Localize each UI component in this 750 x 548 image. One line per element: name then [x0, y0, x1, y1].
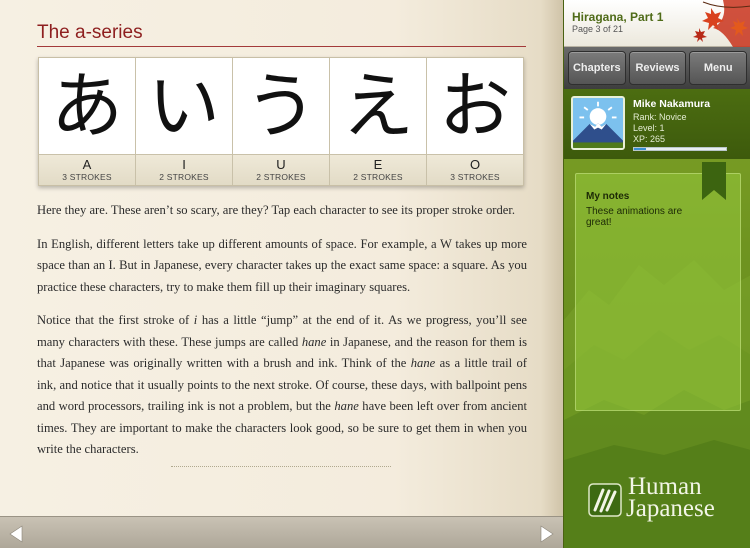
kana-cell-a[interactable]: あ A 3 STROKES — [39, 58, 136, 185]
section-end-divider — [171, 466, 391, 467]
kana-glyph[interactable]: お — [427, 58, 523, 154]
kana-caption: A 3 STROKES — [39, 154, 135, 185]
notes-text[interactable]: These animations are great! — [586, 206, 710, 228]
kana-stroke-count: 2 STROKES — [159, 172, 209, 182]
lesson-body: Here they are. These aren’t so scary, ar… — [37, 200, 527, 473]
reviews-button[interactable]: Reviews — [628, 51, 687, 85]
paragraph: Here they are. These aren’t so scary, ar… — [37, 203, 516, 217]
kana-romaji: A — [82, 157, 92, 172]
human-japanese-logo: Human Japanese — [588, 474, 736, 526]
mount-fuji-avatar-icon — [573, 98, 623, 148]
kana-romaji: E — [373, 157, 383, 172]
lesson-page: The a-series あ A 3 STROKES い I 2 STROKES… — [0, 0, 563, 548]
kana-glyph[interactable]: あ — [39, 58, 135, 154]
kana-caption: U 2 STROKES — [233, 154, 329, 185]
kana-cell-u[interactable]: う U 2 STROKES — [233, 58, 330, 185]
section-title: The a-series — [37, 22, 143, 43]
paragraph: Notice that the first stroke of i has a … — [37, 310, 527, 461]
user-rank: Rank: Novice — [633, 112, 687, 122]
logo-text-japanese: Japanese — [626, 495, 715, 522]
kana-stroke-count: 3 STROKES — [62, 172, 112, 182]
italic-term: hane — [334, 399, 359, 413]
text-run: Notice that the first stroke of — [37, 313, 194, 327]
sidebar-tabs: Chapters Reviews Menu — [564, 47, 750, 89]
notes-panel[interactable]: My notes These animations are great! — [575, 162, 741, 411]
right-arrow-icon[interactable] — [537, 525, 555, 543]
kana-cell-o[interactable]: お O 3 STROKES — [427, 58, 523, 185]
kana-cell-e[interactable]: え E 2 STROKES — [330, 58, 427, 185]
user-xp: XP: 265 — [633, 134, 666, 144]
avatar[interactable] — [571, 96, 625, 150]
kana-stroke-count: 3 STROKES — [450, 172, 500, 182]
sidebar: Hiragana, Part 1 Page 3 of 21 Chapters R… — [563, 0, 750, 548]
kana-stroke-count: 2 STROKES — [353, 172, 403, 182]
kana-cell-i[interactable]: い I 2 STROKES — [136, 58, 233, 185]
page-nav-bar — [0, 516, 563, 548]
kana-stroke-count: 2 STROKES — [256, 172, 306, 182]
title-divider — [37, 46, 526, 47]
kana-table: あ A 3 STROKES い I 2 STROKES う U 2 STROKE… — [38, 57, 524, 186]
lesson-header: Hiragana, Part 1 Page 3 of 21 — [564, 0, 750, 47]
page-counter: Page 3 of 21 — [572, 24, 624, 34]
kana-caption: O 3 STROKES — [427, 154, 523, 185]
kana-romaji: I — [182, 157, 186, 172]
user-level: Level: 1 — [633, 123, 665, 133]
user-name: Mike Nakamura — [633, 98, 711, 110]
kana-romaji: U — [276, 157, 286, 172]
kana-caption: E 2 STROKES — [330, 154, 426, 185]
bookmark-icon — [702, 162, 726, 200]
xp-progress-bar — [633, 147, 727, 151]
italic-term: hane — [301, 334, 327, 349]
brush-logo-icon — [588, 483, 622, 517]
kana-glyph[interactable]: い — [136, 58, 232, 154]
kana-caption: I 2 STROKES — [136, 154, 232, 185]
kana-romaji: O — [469, 157, 481, 172]
notes-title: My notes — [586, 191, 630, 202]
paragraph: In English, different letters take up di… — [37, 236, 527, 294]
xp-progress-fill — [634, 148, 646, 150]
maple-leaves-icon — [693, 0, 750, 47]
lesson-title: Hiragana, Part 1 — [572, 10, 664, 24]
italic-term: hane — [410, 356, 436, 370]
kana-glyph[interactable]: う — [233, 58, 329, 154]
chapters-button[interactable]: Chapters — [568, 51, 626, 85]
menu-button[interactable]: Menu — [689, 51, 748, 85]
user-profile[interactable]: Mike Nakamura Rank: Novice Level: 1 XP: … — [564, 89, 750, 159]
left-arrow-icon[interactable] — [8, 525, 26, 543]
kana-glyph[interactable]: え — [330, 58, 426, 154]
